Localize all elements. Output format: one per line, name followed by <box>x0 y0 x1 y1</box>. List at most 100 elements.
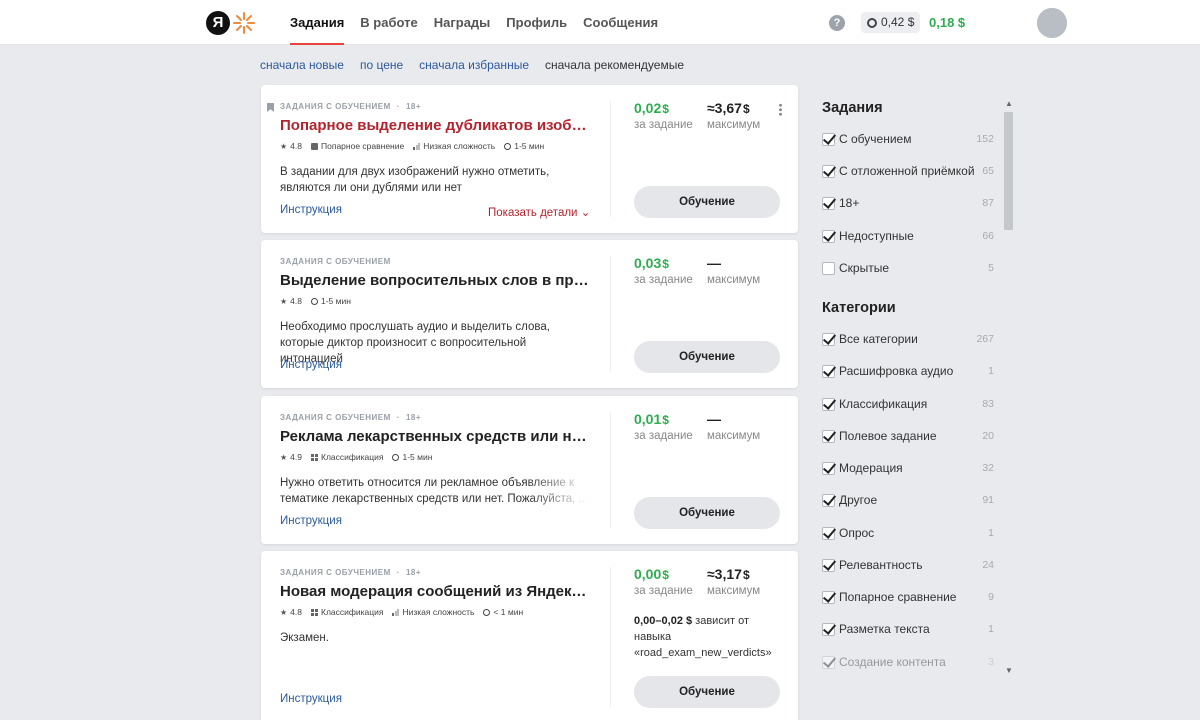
show-details-link[interactable]: Показать детали ⌄ <box>488 205 590 219</box>
task-tag: Задания с обучением <box>280 257 391 266</box>
checkbox[interactable] <box>822 132 835 146</box>
category-field-task[interactable]: Полевое задание 20 <box>822 428 994 444</box>
category-content-creation[interactable]: Создание контента 3 <box>822 654 994 670</box>
category-all[interactable]: Все категории 267 <box>822 331 994 347</box>
clock-icon <box>483 608 491 616</box>
filter-adult[interactable]: 18+ 87 <box>822 195 994 211</box>
checkbox[interactable] <box>822 590 835 604</box>
category-classification[interactable]: Классификация 83 <box>822 396 994 412</box>
help-icon[interactable]: ? <box>829 15 845 31</box>
clock-icon <box>392 453 400 461</box>
checkbox[interactable] <box>822 461 835 475</box>
checkbox[interactable] <box>822 429 835 443</box>
logo-letter: Я <box>206 11 230 35</box>
checkbox[interactable] <box>822 364 835 378</box>
scroll-down-arrow[interactable]: ▼ <box>1005 666 1013 675</box>
category: Классификация <box>311 452 383 462</box>
training-button[interactable]: Обучение <box>634 676 780 708</box>
difficulty-icon <box>413 142 421 150</box>
bookmark-icon[interactable] <box>267 103 274 112</box>
filter-label: Попарное сравнение <box>839 590 957 604</box>
filter-label: Расшифровка аудио <box>839 364 954 378</box>
nav-tasks[interactable]: Задания <box>290 0 345 45</box>
rating: ★ 4.8 <box>280 296 302 306</box>
difficulty-label: Низкая сложность <box>402 607 475 617</box>
nav-in-progress[interactable]: В работе <box>360 0 417 45</box>
filter-with-training[interactable]: С обучением 152 <box>822 131 994 147</box>
instruction-link[interactable]: Инструкция <box>280 359 342 371</box>
filter-label: Создание контента <box>839 655 946 669</box>
category: Классификация <box>311 607 383 617</box>
filter-label: Недоступные <box>839 229 914 243</box>
account-balance[interactable]: 0,18 $ <box>929 15 965 30</box>
nav-profile[interactable]: Профиль <box>506 0 567 45</box>
task-card[interactable]: Задания с обучением Выделение вопросител… <box>261 240 798 388</box>
sort-favorites[interactable]: сначала избранные <box>419 58 529 72</box>
checkbox[interactable] <box>822 622 835 636</box>
filter-unavailable[interactable]: Недоступные 66 <box>822 228 994 244</box>
duration: 1-5 мин <box>504 141 544 151</box>
pending-balance-value: 0,42 $ <box>881 15 915 29</box>
task-card[interactable]: Задания с обучением · 18+ Попарное выделен… <box>261 85 798 233</box>
filter-label: Опрос <box>839 526 875 540</box>
category-text-markup[interactable]: Разметка текста 1 <box>822 621 994 637</box>
instruction-link[interactable]: Инструкция <box>280 204 342 216</box>
category-label: Классификация <box>321 607 384 617</box>
pending-balance[interactable]: 0,42 $ <box>861 12 921 33</box>
nav-rewards[interactable]: Награды <box>434 0 491 45</box>
filter-count: 1 <box>988 365 994 377</box>
checkbox[interactable] <box>822 196 835 210</box>
checkbox[interactable] <box>822 397 835 411</box>
training-button[interactable]: Обучение <box>634 341 780 373</box>
more-options-icon[interactable] <box>779 103 782 116</box>
training-button[interactable]: Обучение <box>634 186 780 218</box>
filter-hidden[interactable]: Скрытые 5 <box>822 260 994 276</box>
checkbox[interactable] <box>822 526 835 540</box>
checkbox[interactable] <box>822 229 835 243</box>
sort-recommended[interactable]: сначала рекомендуемые <box>545 58 684 72</box>
task-title[interactable]: Новая модерация сообщений из Яндекс.Нав.… <box>280 583 590 600</box>
sort-options: сначала новые по цене сначала избранные … <box>260 58 700 72</box>
checkbox[interactable] <box>822 164 835 178</box>
skill-dependent-price: 0,00–0,02 $ зависит от навыка «road_exam… <box>634 613 784 661</box>
task-tag: Задания с обучением · 18+ <box>280 102 421 111</box>
task-meta: ★ 4.8 1-5 мин <box>280 296 360 306</box>
filter-delayed-acceptance[interactable]: С отложенной приёмкой 65 <box>822 163 994 179</box>
checkbox[interactable] <box>822 558 835 572</box>
category-pairwise-comparison[interactable]: Попарное сравнение 9 <box>822 589 994 605</box>
currency: $ <box>662 102 669 116</box>
filter-label: Классификация <box>839 397 928 411</box>
training-button[interactable]: Обучение <box>634 497 780 529</box>
sort-by-price[interactable]: по цене <box>360 58 403 72</box>
category-audio-transcription[interactable]: Расшифровка аудио 1 <box>822 363 994 379</box>
scroll-up-arrow[interactable]: ▲ <box>1005 99 1013 108</box>
category-survey[interactable]: Опрос 1 <box>822 525 994 541</box>
filter-label: Другое <box>839 493 878 507</box>
filter-count: 65 <box>982 165 994 177</box>
task-title[interactable]: Попарное выделение дубликатов изображе..… <box>280 117 590 134</box>
checkbox[interactable] <box>822 261 835 275</box>
instruction-link[interactable]: Инструкция <box>280 515 342 527</box>
rating: ★ 4.9 <box>280 452 302 462</box>
price-value: 0,02 <box>634 100 662 116</box>
task-card[interactable]: Задания с обучением · 18+ Новая модерация … <box>261 551 798 720</box>
category-relevance[interactable]: Релевантность 24 <box>822 557 994 573</box>
checkbox[interactable] <box>822 493 835 507</box>
checkbox[interactable] <box>822 655 835 669</box>
camera-icon <box>1037 8 1067 38</box>
checkbox[interactable] <box>822 332 835 346</box>
pair-compare-icon <box>311 142 318 150</box>
nav-messages[interactable]: Сообщения <box>583 0 658 45</box>
instruction-link[interactable]: Инструкция <box>280 693 342 705</box>
yandex-toloka-logo[interactable]: Я <box>206 11 256 35</box>
category-moderation[interactable]: Модерация 32 <box>822 460 994 476</box>
filter-label: Разметка текста <box>839 622 930 636</box>
sidebar-scrollbar-thumb[interactable] <box>1004 112 1013 230</box>
task-card[interactable]: Задания с обучением · 18+ Реклама лекарств… <box>261 396 798 544</box>
task-title[interactable]: Выделение вопросительных слов в предло..… <box>280 272 590 289</box>
sort-newest[interactable]: сначала новые <box>260 58 344 72</box>
category-other[interactable]: Другое 91 <box>822 492 994 508</box>
category-label: Классификация <box>321 452 384 462</box>
clock-icon <box>311 297 318 305</box>
task-title[interactable]: Реклама лекарственных средств или нет? <box>280 428 590 445</box>
